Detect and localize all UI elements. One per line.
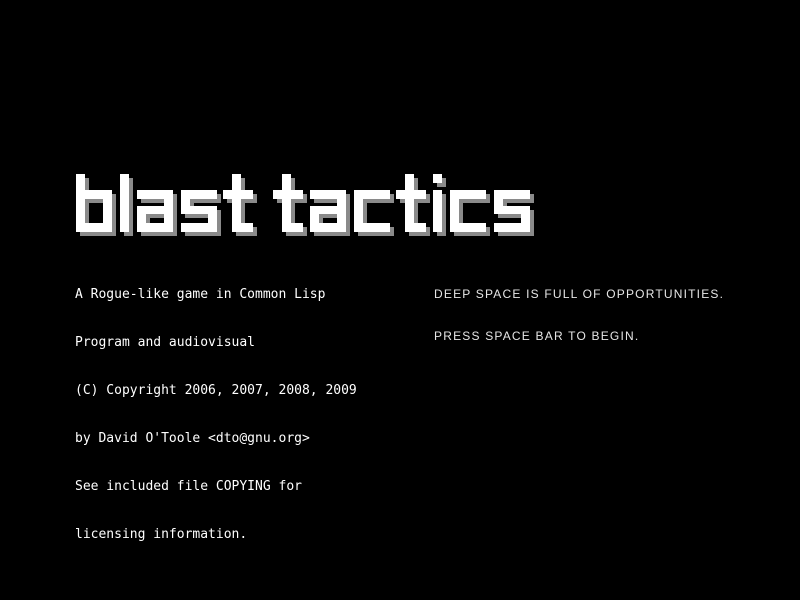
intro-message-line: DEEP SPACE IS FULL OF OPPORTUNITIES. <box>434 287 725 301</box>
game-logo-graphic <box>76 174 534 236</box>
credits-line: See included file COPYING for <box>75 479 302 494</box>
title-screen: A Rogue-like game in Common Lisp Program… <box>0 0 800 600</box>
credits-line: licensing information. <box>75 527 248 542</box>
credits-line: by David O'Toole <dto@gnu.org> <box>75 431 310 446</box>
credits-text: A Rogue-like game in Common Lisp Program… <box>75 255 357 575</box>
start-message: DEEP SPACE IS FULL OF OPPORTUNITIES. PRE… <box>434 259 724 371</box>
credits-line: (C) Copyright 2006, 2007, 2008, 2009 <box>75 383 357 398</box>
press-space-prompt: PRESS SPACE BAR TO BEGIN. <box>434 329 640 343</box>
credits-line: A Rogue-like game in Common Lisp <box>75 287 326 302</box>
game-logo <box>70 168 580 244</box>
credits-line: Program and audiovisual <box>75 335 256 350</box>
